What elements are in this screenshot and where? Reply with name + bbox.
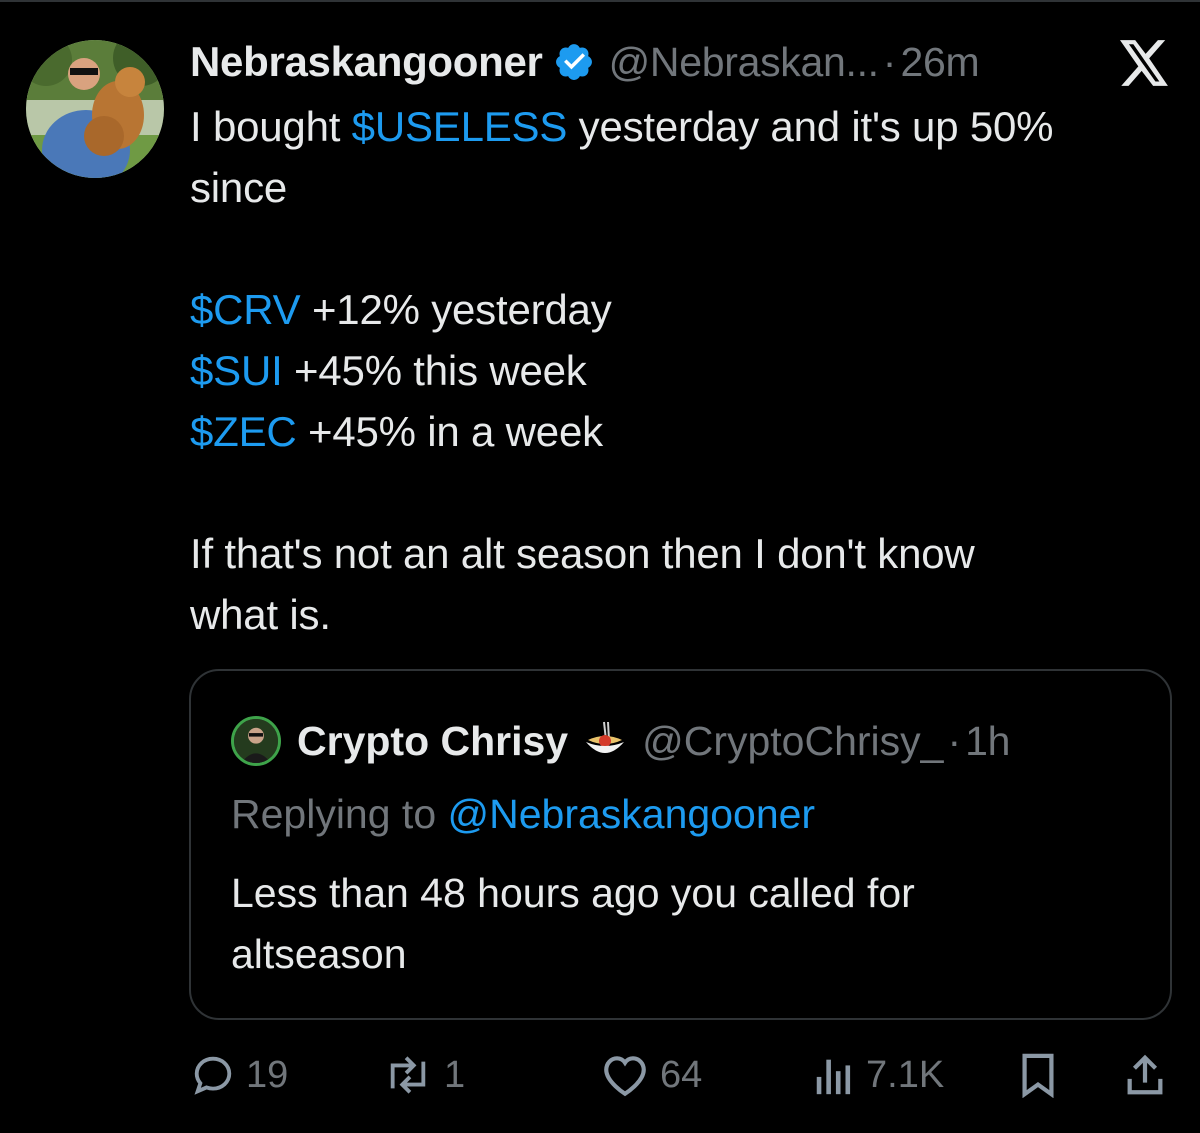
heart-icon [604, 1056, 646, 1097]
author-handle[interactable]: @Nebraskan... [609, 39, 879, 86]
quoted-author-name[interactable]: Crypto Chrisy [297, 718, 568, 765]
tweet-line: I bought $USELESS yesterday and it's up … [190, 96, 1180, 157]
quoted-tweet-line: Less than 48 hours ago you called for [231, 870, 915, 916]
x-logo-icon [1120, 40, 1168, 86]
share-button[interactable] [1122, 1040, 1168, 1110]
quoted-tweet-timestamp[interactable]: 1h [965, 718, 1010, 765]
quoted-tweet-line: altseason [231, 931, 407, 977]
replying-to-handle-link[interactable]: @Nebraskangooner [448, 791, 816, 837]
author-avatar[interactable] [26, 40, 164, 178]
reply-button[interactable]: 19 [190, 1040, 288, 1110]
cashtag-link[interactable]: $CRV [190, 286, 301, 333]
quoted-avatar-photo [234, 719, 278, 763]
tweet-timestamp[interactable]: 26m [900, 39, 979, 86]
reply-count: 19 [246, 1053, 289, 1096]
tweet-text: yesterday and it's up 50% [567, 103, 1054, 150]
cashtag-link[interactable]: $ZEC [190, 408, 297, 455]
repost-button[interactable]: 1 [382, 1040, 465, 1110]
tweet-line: what is. [190, 591, 331, 638]
quoted-tweet-header: Crypto Chrisy @CryptoChrisy_ · 1h [231, 711, 1010, 771]
views-button[interactable]: 7.1K [812, 1040, 944, 1110]
tweet-body: I bought $USELESS yesterday and it's up … [190, 96, 1180, 645]
replying-to-label: Replying to [231, 791, 448, 837]
repost-icon [390, 1056, 426, 1094]
top-divider [0, 0, 1200, 2]
quoted-tweet-text: Less than 48 hours ago you called for al… [231, 863, 1131, 985]
repost-count: 1 [444, 1053, 466, 1096]
tweet-text: +45% this week [282, 347, 587, 394]
tweet-text: +12% yesterday [300, 286, 612, 333]
verified-badge-icon [555, 44, 592, 80]
like-button[interactable]: 64 [600, 1040, 702, 1110]
tweet-text: I bought [190, 103, 352, 150]
quoted-author-handle[interactable]: @CryptoChrisy_ [642, 718, 943, 765]
bookmark-button[interactable] [1016, 1040, 1060, 1110]
spaghetti-icon [586, 721, 625, 753]
tweet-line: $SUI +45% this week [190, 340, 1180, 401]
tweet-line: If that's not an alt season then I don't… [190, 530, 975, 577]
quoted-tweet-card[interactable]: Crypto Chrisy @CryptoChrisy_ · 1h Replyi… [189, 669, 1172, 1020]
tweet-line: since [190, 164, 288, 211]
tweet-line: $CRV +12% yesterday [190, 279, 1180, 340]
tweet-header: Nebraskangooner @Nebraskan... · 26m [190, 36, 980, 88]
separator-dot: · [947, 717, 962, 764]
cashtag-link[interactable]: $SUI [190, 347, 283, 394]
tweet-line: $ZEC +45% in a week [190, 401, 1180, 462]
author-name[interactable]: Nebraskangooner [190, 38, 543, 86]
cashtag-link[interactable]: $USELESS [352, 103, 568, 150]
reply-icon [194, 1056, 232, 1095]
action-bar: 19 1 64 7.1K [0, 1040, 1200, 1110]
views-chart-icon [816, 1059, 851, 1095]
separator-dot: · [882, 38, 897, 85]
replying-to: Replying to @Nebraskangooner [231, 791, 815, 838]
view-count: 7.1K [866, 1053, 945, 1096]
tweet-text: +45% in a week [296, 408, 603, 455]
like-count: 64 [660, 1053, 703, 1096]
bookmark-icon [1022, 1053, 1054, 1098]
avatar-photo [26, 40, 164, 178]
quoted-author-avatar[interactable] [231, 716, 281, 766]
share-icon [1127, 1054, 1163, 1095]
